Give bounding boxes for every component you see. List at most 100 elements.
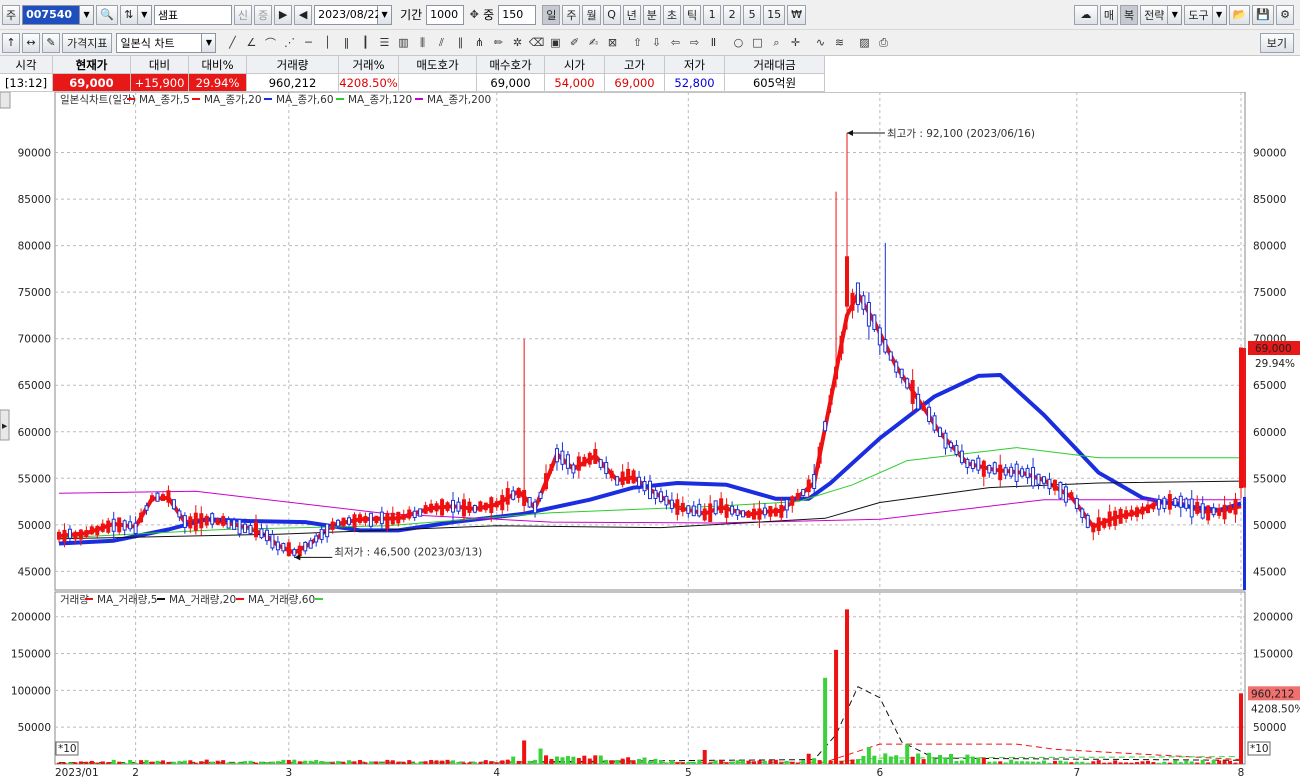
chart-type-select[interactable]: 일본식 차트 (116, 32, 203, 53)
brush-icon[interactable]: ✐ (565, 33, 583, 53)
multi-button[interactable]: 복 (1119, 4, 1139, 25)
multi-vertical-icon[interactable]: ┃ (356, 33, 374, 53)
candle-body (401, 514, 406, 520)
volume-bar (554, 756, 559, 764)
cycle-lines-icon[interactable]: ⫼ (413, 33, 431, 53)
timeframe-minute[interactable]: 분 (642, 4, 661, 25)
volume-bar (188, 760, 193, 764)
wave-icon[interactable]: ₩ (787, 4, 806, 25)
parallel-lines-icon[interactable]: ∥ (451, 33, 469, 53)
timeframe-15[interactable]: 15 (763, 4, 786, 25)
fibonacci-retrace-icon[interactable]: ☰ (375, 33, 393, 53)
text-icon[interactable]: Ⅱ (704, 33, 722, 53)
fibonacci-time-icon[interactable]: ‖ (337, 33, 355, 53)
arc-icon[interactable]: ⌒ (261, 33, 279, 53)
market-selector[interactable]: 주 (2, 4, 21, 25)
candle-body (111, 518, 116, 532)
candle-body (883, 339, 888, 353)
circle-icon[interactable]: ○ (729, 33, 747, 53)
channel-icon[interactable]: ⫽ (432, 33, 450, 53)
sort-icon[interactable]: ⇅ (119, 4, 138, 25)
angle-line-icon[interactable]: ∠ (242, 33, 260, 53)
volume-tick-label-right: 150000 (1253, 649, 1293, 661)
search-icon[interactable]: 🔍 (96, 4, 118, 25)
candle-body (177, 510, 182, 518)
timeframe-tick[interactable]: 틱 (682, 4, 702, 25)
volume-bar (1140, 761, 1145, 764)
stock-chart[interactable]: ▸ 45000 45000 50000 50000 55000 55000 60000 600… (0, 92, 1300, 777)
candle-body (467, 501, 472, 513)
volume-bar (1217, 760, 1222, 764)
stock-code-input[interactable]: 007540 (22, 4, 81, 25)
volume-bar (741, 760, 746, 764)
date-dropdown[interactable]: ▼ (378, 4, 393, 25)
candle-body (658, 491, 663, 502)
save-icon[interactable]: 💾 (1252, 4, 1274, 25)
indicator-button[interactable]: 가격지표 (62, 32, 113, 53)
magic-icon[interactable]: ✲ (508, 33, 526, 53)
overlay-input[interactable]: 150 (498, 4, 537, 25)
legend-swatch (192, 98, 200, 100)
rectangle-icon[interactable]: □ (748, 33, 766, 53)
note-icon[interactable]: ✍ (584, 33, 602, 53)
volume-bar (226, 762, 231, 764)
up-arrow-icon[interactable]: ↑ (2, 32, 20, 53)
arrow-left-icon[interactable]: ⇦ (666, 33, 684, 53)
timeframe-2[interactable]: 2 (723, 4, 742, 25)
tools-button[interactable]: 도구 (1184, 4, 1213, 25)
strategy-dropdown[interactable]: ▼ (1168, 4, 1183, 25)
timeframe-1[interactable]: 1 (703, 4, 722, 25)
cancel-draw-icon[interactable]: ⊠ (603, 33, 621, 53)
expand-horizontal-icon[interactable]: ↔ (22, 32, 40, 53)
timeframe-week[interactable]: 주 (562, 4, 581, 25)
pencil-icon[interactable]: ✏ (489, 33, 507, 53)
chart-type-dropdown[interactable]: ▼ (202, 32, 217, 53)
stock-name-field[interactable]: 샘표 (153, 4, 232, 25)
sort-dropdown[interactable]: ▼ (137, 4, 152, 25)
stock-code-dropdown[interactable]: ▼ (80, 4, 95, 25)
tools-dropdown[interactable]: ▼ (1212, 4, 1227, 25)
horizontal-line-icon[interactable]: ─ (299, 33, 317, 53)
timeframe-second[interactable]: 초 (662, 4, 681, 25)
folder-icon[interactable]: 📂 (1228, 4, 1251, 25)
vertical-line-icon[interactable]: │ (318, 33, 336, 53)
eraser-icon[interactable]: ⌫ (527, 33, 545, 53)
view-button[interactable]: 보기 (1259, 32, 1294, 53)
period-input[interactable]: 1000 (426, 4, 465, 25)
print-icon[interactable]: ⎙ (874, 33, 892, 53)
next-day-button[interactable]: ▶ (274, 4, 293, 25)
pitchfork-icon[interactable]: ⋔ (470, 33, 488, 53)
color-icon[interactable]: ▣ (546, 33, 564, 53)
volume-bar (489, 761, 494, 764)
move-icon[interactable]: ✥ (465, 5, 483, 25)
buy-button[interactable]: 매 (1099, 4, 1118, 25)
candle-body (554, 448, 559, 463)
timeframe-month[interactable]: 월 (582, 4, 601, 25)
zoom-icon[interactable]: ⌕ (767, 33, 785, 53)
prev-day-button[interactable]: ◀ (294, 4, 313, 25)
candle-body (73, 531, 78, 540)
timeframe-year[interactable]: 년 (622, 4, 641, 25)
zigzag-icon[interactable]: ≋ (830, 33, 848, 53)
image-icon[interactable]: ▨ (855, 33, 873, 53)
arrow-down-icon[interactable]: ⇩ (647, 33, 665, 53)
timeframe-5[interactable]: 5 (743, 4, 762, 25)
wave-pattern-icon[interactable]: ∿ (811, 33, 829, 53)
cloud-icon[interactable]: ☁ (1073, 4, 1098, 25)
edit-icon[interactable]: ✎ (42, 32, 60, 53)
timeframe-quarter[interactable]: Q (602, 4, 621, 25)
volume-bar (1162, 761, 1167, 764)
trendline-icon[interactable]: ╱ (223, 33, 241, 53)
date-input[interactable]: 2023/08/22 (314, 4, 381, 25)
settings-icon[interactable]: ⚙ (1276, 4, 1294, 25)
volume-bar (516, 760, 521, 764)
gann-box-icon[interactable]: ▥ (394, 33, 412, 53)
timeframe-day[interactable]: 일 (542, 4, 561, 25)
crosshair-icon[interactable]: ✛ (786, 33, 804, 53)
arrow-up-icon[interactable]: ⇧ (628, 33, 646, 53)
arrow-right-icon[interactable]: ⇨ (685, 33, 703, 53)
fan-line-icon[interactable]: ⋰ (280, 33, 298, 53)
quote-header-cell: 저가 (665, 56, 725, 74)
volume-bar (1206, 762, 1211, 764)
strategy-button[interactable]: 전략 (1140, 4, 1169, 25)
